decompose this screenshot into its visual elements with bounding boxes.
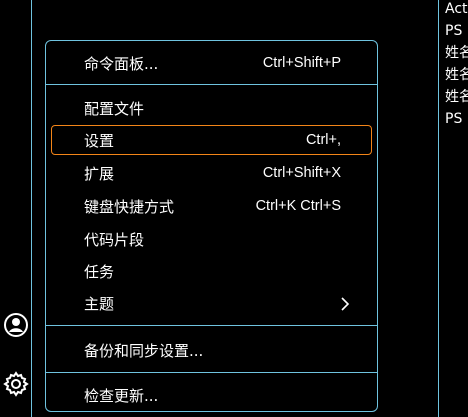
menu-item-settings[interactable]: 设置 Ctrl+, <box>51 125 372 155</box>
menu-item-label: 检查更新... <box>84 386 159 405</box>
menu-item-shortcut: Ctrl+Shift+P <box>262 55 341 71</box>
menu-item-label: 主题 <box>84 294 115 313</box>
menu-separator <box>46 372 377 373</box>
manage-context-menu: 命令面板... Ctrl+Shift+P 配置文件 设置 Ctrl+, 扩展 C… <box>45 40 378 412</box>
right-panel-line: 姓名 <box>445 67 468 83</box>
menu-item-shortcut: Ctrl+Shift+X <box>262 165 341 181</box>
menu-item-label: 键盘快捷方式 <box>84 197 175 216</box>
right-panel: Act PS 姓名 姓名 姓名 PS <box>439 0 468 417</box>
activity-bar <box>0 0 32 417</box>
menu-item-tasks[interactable]: 任务 <box>51 256 372 286</box>
menu-item-backup-sync[interactable]: 备份和同步设置... <box>51 335 372 365</box>
chevron-right-icon <box>341 297 350 311</box>
menu-item-label: 代码片段 <box>84 230 145 249</box>
accounts-button[interactable] <box>2 311 30 339</box>
gear-icon <box>3 371 29 397</box>
menu-item-label: 任务 <box>84 262 115 281</box>
menu-item-snippets[interactable]: 代码片段 <box>51 224 372 254</box>
menu-item-shortcut: Ctrl+, <box>305 132 341 148</box>
menu-item-label: 配置文件 <box>84 99 145 118</box>
menu-separator <box>46 84 377 85</box>
menu-item-extensions[interactable]: 扩展 Ctrl+Shift+X <box>51 158 372 188</box>
menu-item-label: 备份和同步设置... <box>84 341 204 360</box>
manage-button[interactable] <box>2 370 30 398</box>
right-panel-line: PS <box>445 23 463 39</box>
menu-item-shortcut: Ctrl+K Ctrl+S <box>255 198 341 214</box>
right-panel-line: PS <box>445 111 463 127</box>
right-panel-line: Act <box>445 1 468 17</box>
menu-item-label: 设置 <box>84 131 115 150</box>
menu-item-command-palette[interactable]: 命令面板... Ctrl+Shift+P <box>51 48 372 78</box>
menu-item-label: 命令面板... <box>84 54 159 73</box>
menu-item-check-updates[interactable]: 检查更新... <box>51 380 372 410</box>
menu-item-keyboard-shortcuts[interactable]: 键盘快捷方式 Ctrl+K Ctrl+S <box>51 191 372 221</box>
menu-item-themes[interactable]: 主题 <box>51 288 372 318</box>
right-panel-line: 姓名 <box>445 89 468 105</box>
menu-separator <box>46 325 377 326</box>
account-icon <box>4 313 28 337</box>
right-panel-line: 姓名 <box>445 45 468 61</box>
menu-item-label: 扩展 <box>84 164 115 183</box>
menu-item-profiles[interactable]: 配置文件 <box>51 93 372 123</box>
